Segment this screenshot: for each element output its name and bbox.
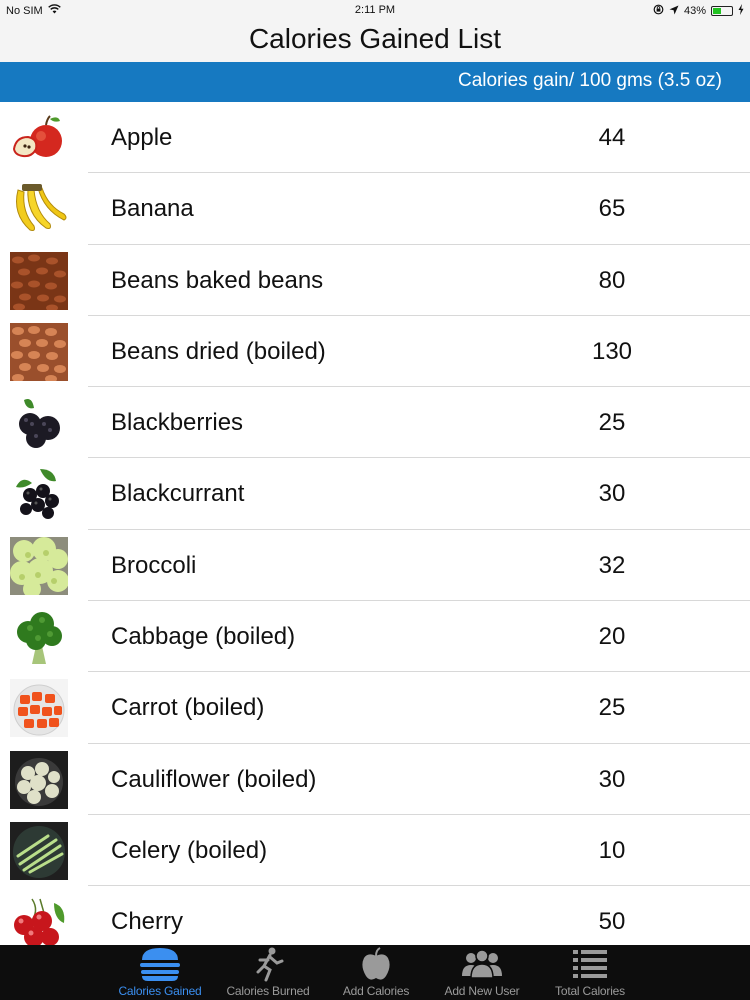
navigation-bar: Calories Gained List (0, 22, 750, 62)
food-name: Beans dried (boiled) (111, 337, 326, 365)
food-calories: 30 (598, 480, 626, 508)
food-calories: 25 (598, 694, 626, 722)
food-calories: 50 (598, 908, 626, 936)
status-right: 43% (653, 4, 744, 18)
list-icon (536, 946, 644, 982)
food-row[interactable]: Blackcurrant 30 (0, 458, 750, 531)
location-arrow-icon (669, 5, 679, 18)
burger-icon (106, 946, 214, 982)
users-icon (428, 946, 536, 982)
blackcurrant-image (10, 465, 68, 523)
food-calories: 32 (598, 551, 626, 579)
food-name: Cabbage (boiled) (111, 623, 296, 651)
food-row[interactable]: Carrot (boiled) 25 (0, 672, 750, 744)
tab-add-calories[interactable]: Add Calories (322, 945, 430, 998)
apple-image (10, 109, 68, 167)
celery-image (10, 821, 68, 880)
banana-image (10, 180, 68, 238)
food-calories: 10 (598, 836, 626, 864)
dried-beans-image (10, 322, 68, 383)
food-row[interactable]: Broccoli 32 (0, 530, 750, 602)
food-name: Beans baked beans (111, 266, 324, 294)
status-bar: No SIM 2:11 PM 43% (0, 0, 750, 22)
column-header: Calories gain/ 100 gms (3.5 oz) (0, 62, 750, 102)
tab-label: Add Calories (342, 984, 410, 998)
broccoli-image (10, 536, 69, 598)
tab-label: Total Calories (555, 984, 625, 998)
food-calories: 25 (598, 409, 626, 437)
food-row[interactable]: Cabbage (boiled) 20 (0, 601, 750, 673)
column-header-label: Calories gain/ 100 gms (3.5 oz) (457, 70, 722, 91)
battery-icon (711, 6, 733, 16)
page-title: Calories Gained List (248, 23, 502, 54)
cherry-image (10, 893, 68, 945)
tab-bar: Calories Gained Calories Burned Add Calori… (0, 945, 750, 1000)
tab-total-calories[interactable]: Total Calories (536, 945, 644, 998)
food-calories: 80 (598, 266, 626, 294)
food-row[interactable]: Apple 44 (0, 102, 750, 174)
tab-calories-burned[interactable]: Calories Burned (214, 945, 322, 998)
tab-label: Calories Gained (118, 984, 202, 998)
food-name: Celery (boiled) (111, 836, 268, 864)
carrot-image (10, 679, 68, 738)
food-name: Cherry (111, 908, 184, 936)
food-name: Cauliflower (boiled) (111, 765, 317, 793)
food-name: Banana (111, 195, 194, 223)
food-row[interactable]: Celery (boiled) 10 (0, 815, 750, 887)
food-calories: 20 (598, 623, 626, 651)
food-row[interactable]: Beans dried (boiled) 130 (0, 316, 750, 388)
tab-label: Add New User (444, 984, 520, 998)
food-row[interactable]: Beans baked beans 80 (0, 245, 750, 317)
blackberries-image (10, 394, 68, 452)
food-row[interactable]: Cherry 50 (0, 886, 750, 945)
baked-beans-image (10, 251, 68, 312)
food-row[interactable]: Blackberries 25 (0, 387, 750, 459)
battery-percent: 43% (683, 5, 706, 17)
charging-bolt-icon (738, 4, 744, 18)
food-calories: 44 (598, 124, 626, 151)
status-time: 2:11 PM (354, 4, 396, 16)
lock-rotation-icon (653, 4, 664, 18)
tab-label: Calories Burned (226, 984, 310, 998)
food-list[interactable]: Apple 44 Banana 65 Beans baked beans 80 Beans … (0, 102, 750, 945)
food-name: Broccoli (111, 551, 197, 579)
food-calories: 130 (591, 337, 633, 365)
food-row[interactable]: Cauliflower (boiled) 30 (0, 744, 750, 816)
food-name: Apple (111, 124, 173, 151)
food-name: Blackcurrant (111, 480, 245, 508)
food-calories: 30 (598, 765, 626, 793)
tab-calories-gained[interactable]: Calories Gained (106, 945, 214, 998)
food-row[interactable]: Banana 65 (0, 173, 750, 245)
cauliflower-image (10, 750, 68, 809)
cabbage-image (10, 608, 68, 666)
food-name: Blackberries (111, 409, 244, 437)
food-calories: 65 (598, 195, 626, 223)
food-name: Carrot (boiled) (111, 694, 265, 722)
battery-level (713, 8, 721, 14)
tab-add-new-user[interactable]: Add New User (428, 945, 536, 998)
apple-icon (322, 946, 430, 982)
runner-icon (214, 946, 322, 982)
